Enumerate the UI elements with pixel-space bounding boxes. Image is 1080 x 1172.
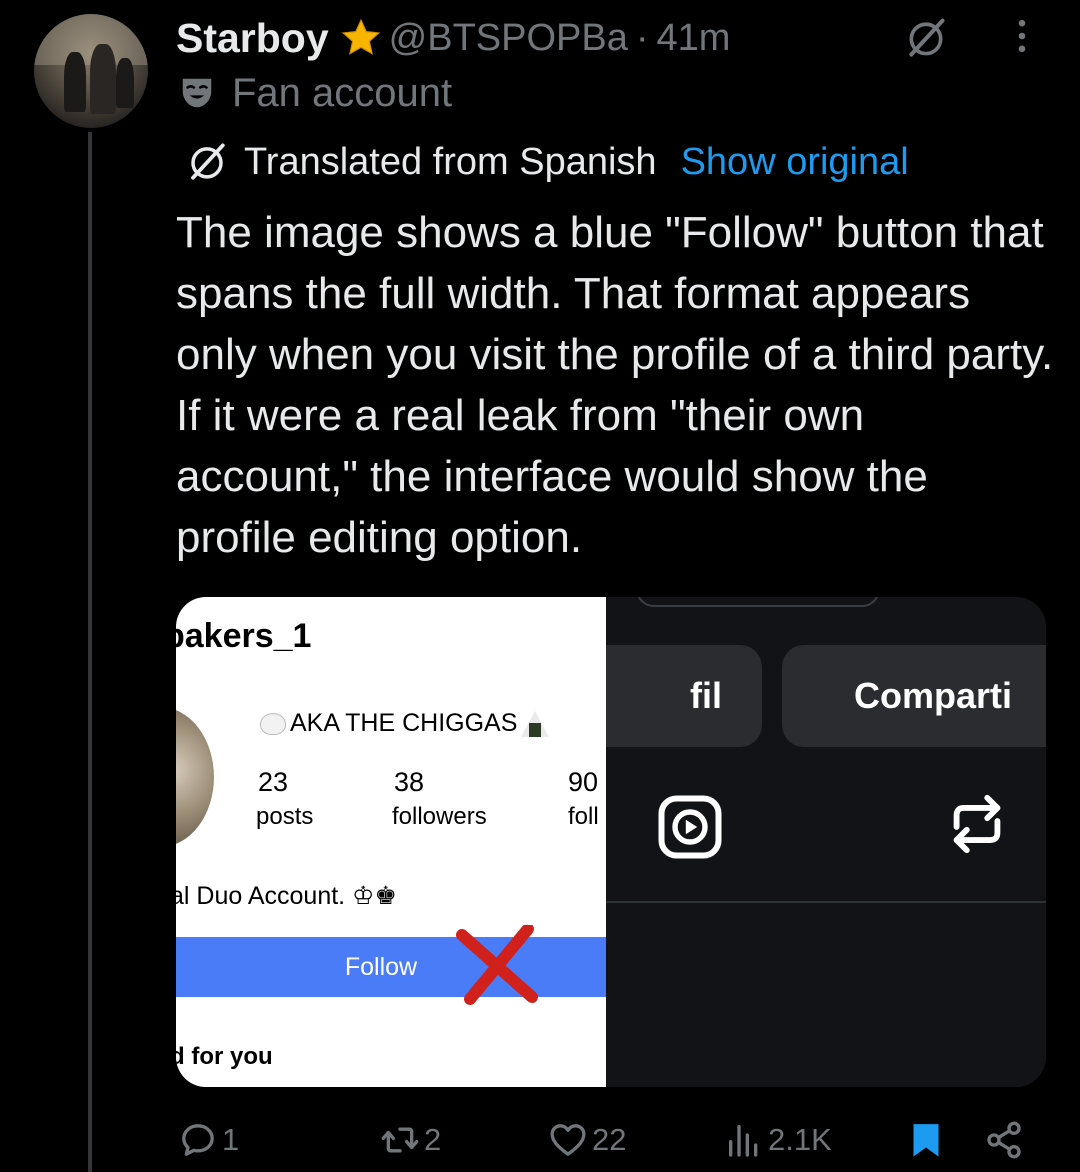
edit-profile-button-fragment: fil: [606, 645, 762, 747]
edit-profile-label: fil: [690, 675, 722, 716]
ig-bio: al Duo Account. ♔♚: [176, 882, 397, 910]
like-button[interactable]: 22: [548, 1112, 626, 1168]
ig-follow-label: Follow: [344, 952, 418, 981]
ig-stat-number: 23: [258, 767, 289, 797]
divider: [606, 901, 1046, 903]
share-icon: [987, 1121, 1021, 1159]
thread-line: [88, 132, 92, 1172]
separator-dot: ·: [635, 16, 649, 59]
timestamp[interactable]: 41m: [657, 17, 731, 60]
repost-icon: [381, 1127, 419, 1153]
fan-account-text: Fan account: [232, 70, 453, 115]
share-label: Comparti: [854, 675, 1013, 716]
ig-aka-text: AKA THE CHIGGAS: [290, 709, 518, 737]
bookmark-icon: [913, 1124, 939, 1157]
ig-stat-label: followers: [392, 803, 487, 830]
share-button-fragment: Comparti: [782, 645, 1046, 747]
share-button[interactable]: [984, 1112, 1024, 1168]
avatar[interactable]: [34, 14, 148, 128]
reply-icon: [182, 1124, 214, 1156]
theater-mask-icon: [182, 78, 212, 108]
action-bar: 1 2 22 2.1K: [0, 1112, 1080, 1168]
media-image[interactable]: bakers_1 AKA THE CHIGGAS 23 posts 38 fol…: [176, 597, 1046, 1087]
more-options-icon[interactable]: [1000, 14, 1044, 58]
repost-tab-icon: [953, 794, 1001, 854]
repost-button[interactable]: 2: [380, 1112, 441, 1168]
reply-count: 1: [222, 1122, 240, 1157]
ig-stat-number: 90: [568, 767, 599, 797]
avatar-figure: [90, 44, 116, 114]
ig-suggested-text: d for you: [176, 1043, 273, 1070]
ig-profile-picture: [176, 707, 214, 847]
grok-translate-icon: [191, 143, 225, 180]
grok-icon[interactable]: [904, 16, 948, 60]
repost-count: 2: [424, 1122, 442, 1157]
views-count: 2.1K: [768, 1122, 832, 1157]
handle[interactable]: @BTSPOPBa: [389, 17, 628, 60]
ig-stat-label: foll: [568, 803, 599, 830]
avatar-figure: [64, 52, 86, 112]
star-badge-icon: [341, 18, 380, 55]
onigiri-icon: [521, 710, 550, 737]
instagram-profile-screenshot: bakers_1 AKA THE CHIGGAS 23 posts 38 fol…: [176, 597, 606, 1087]
translation-note: Translated from Spanish: [244, 140, 657, 183]
ig-stat-label: posts: [256, 803, 314, 830]
ig-stat-number: 38: [394, 767, 425, 797]
ig-follow-button: Follow: [176, 937, 606, 997]
dark-ui-screenshot: fil Comparti: [606, 597, 1046, 1087]
show-original-link[interactable]: Show original: [681, 141, 909, 184]
post-text: The image shows a blue "Follow" button t…: [176, 208, 1054, 562]
display-name[interactable]: Starboy: [176, 15, 329, 62]
views-icon: [729, 1125, 758, 1157]
translation-bar: Translated from Spanish Show original: [186, 138, 909, 186]
heart-icon: [550, 1124, 586, 1156]
like-count: 22: [592, 1122, 627, 1157]
avatar-figure: [116, 58, 134, 108]
top-pill-outline: [636, 597, 880, 607]
post-header: Starboy @BTSPOPBa · 41m: [176, 10, 730, 66]
red-x-mark-icon: [456, 925, 538, 1005]
reels-play-icon: [658, 795, 722, 859]
ig-username: bakers_1: [176, 617, 312, 655]
views-button[interactable]: 2.1K: [724, 1112, 832, 1168]
bookmark-button[interactable]: [906, 1112, 946, 1168]
ig-aka-line: AKA THE CHIGGAS: [260, 709, 550, 738]
fan-account-label: Fan account: [178, 68, 452, 118]
rice-bowl-icon: [260, 712, 286, 735]
reply-button[interactable]: 1: [178, 1112, 239, 1168]
